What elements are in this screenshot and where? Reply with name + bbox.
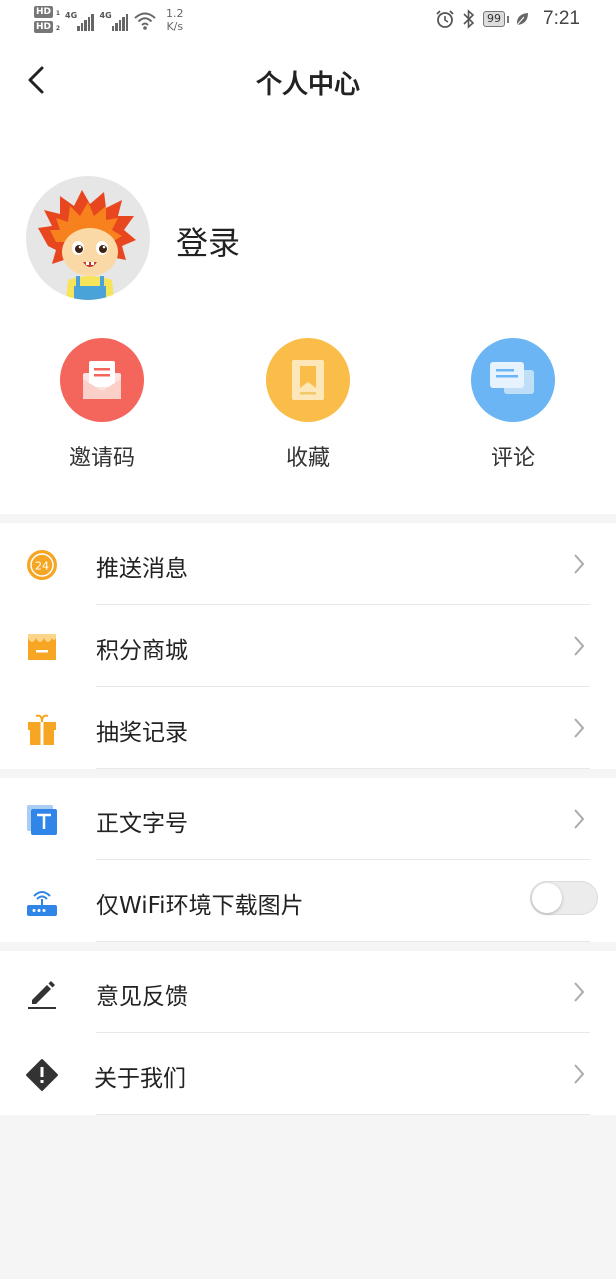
page-title: 个人中心 bbox=[255, 70, 360, 100]
warning-diamond-icon bbox=[24, 1057, 60, 1093]
favorites-button[interactable]: 收藏 bbox=[238, 338, 378, 472]
wifi-icon bbox=[134, 12, 156, 30]
invite-code-button[interactable]: 邀请码 bbox=[32, 338, 172, 472]
bluetooth-icon bbox=[463, 9, 475, 29]
chevron-right-icon bbox=[574, 1064, 585, 1084]
menu-group-2: 正文字号 仅WiFi环境下载图片 bbox=[0, 778, 616, 942]
chevron-right-icon bbox=[574, 718, 585, 738]
store-icon bbox=[24, 629, 60, 665]
comments-label: 评论 bbox=[490, 446, 535, 471]
chevron-right-icon bbox=[574, 809, 585, 829]
menu-item-label: 正文字号 bbox=[96, 811, 188, 837]
font-size-icon bbox=[24, 802, 60, 838]
status-bar: HD 1 HD 2 4G 4G 1.2 K/s 99 7:21 bbox=[0, 0, 616, 44]
battery-indicator: 99 bbox=[483, 11, 510, 27]
leaf-icon bbox=[516, 13, 529, 26]
divider bbox=[96, 768, 590, 769]
login-link[interactable]: 登录 bbox=[176, 218, 240, 264]
avatar[interactable] bbox=[26, 176, 150, 300]
wifi-only-toggle[interactable] bbox=[530, 881, 598, 915]
menu-item-label: 推送消息 bbox=[96, 556, 188, 582]
chevron-right-icon bbox=[574, 554, 585, 574]
signal-2-icon: 4G bbox=[100, 9, 129, 31]
sim1-hd-badge: HD 1 bbox=[34, 6, 61, 18]
menu-item-feedback[interactable]: 意见反馈 bbox=[0, 951, 616, 1033]
favorites-label: 收藏 bbox=[285, 446, 330, 471]
gift-icon bbox=[24, 711, 60, 747]
chevron-right-icon bbox=[574, 982, 585, 1002]
menu-item-label: 关于我们 bbox=[94, 1066, 186, 1092]
menu-item-push-messages[interactable]: 24 推送消息 bbox=[0, 523, 616, 605]
sim2-hd-badge: HD 2 bbox=[34, 21, 61, 33]
menu-item-font-size[interactable]: 正文字号 bbox=[0, 778, 616, 860]
divider bbox=[96, 1114, 590, 1115]
favorites-circle bbox=[266, 338, 350, 422]
divider bbox=[96, 941, 590, 942]
envelope-icon bbox=[83, 361, 121, 399]
menu-item-label: 积分商城 bbox=[96, 638, 188, 664]
menu-item-label: 仅WiFi环境下载图片 bbox=[96, 893, 304, 919]
menu-item-lottery-records[interactable]: 抽奖记录 bbox=[0, 687, 616, 769]
sim-indicators: HD 1 HD 2 bbox=[34, 6, 61, 33]
svg-text:24: 24 bbox=[35, 560, 49, 573]
lion-avatar-icon bbox=[38, 190, 136, 300]
menu-group-1: 24 推送消息 积分商城 抽奖记录 bbox=[0, 523, 616, 769]
menu-item-wifi-only-images: 仅WiFi环境下载图片 bbox=[0, 860, 616, 942]
network-speed: 1.2 K/s bbox=[166, 7, 184, 33]
clock: 7:21 bbox=[543, 8, 580, 29]
profile-section: 登录 邀请码 收藏 评论 bbox=[0, 116, 616, 514]
chevron-right-icon bbox=[574, 636, 585, 656]
comments-button[interactable]: 评论 bbox=[443, 338, 583, 472]
menu-group-3: 意见反馈 关于我们 bbox=[0, 951, 616, 1115]
invite-code-circle bbox=[60, 338, 144, 422]
menu-item-about-us[interactable]: 关于我们 bbox=[0, 1033, 616, 1115]
signal-1-icon: 4G bbox=[65, 9, 94, 31]
page-header: 个人中心 bbox=[0, 44, 616, 116]
menu-item-points-mall[interactable]: 积分商城 bbox=[0, 605, 616, 687]
menu-item-label: 意见反馈 bbox=[96, 984, 188, 1010]
bookmark-icon bbox=[292, 360, 324, 400]
comment-icon bbox=[490, 362, 534, 394]
invite-code-label: 邀请码 bbox=[68, 446, 135, 471]
toggle-knob bbox=[532, 883, 562, 913]
alarm-icon bbox=[436, 10, 454, 28]
clock-24-icon: 24 bbox=[24, 547, 60, 583]
pencil-icon bbox=[24, 975, 60, 1011]
comments-circle bbox=[471, 338, 555, 422]
router-icon bbox=[24, 884, 60, 920]
menu-item-label: 抽奖记录 bbox=[96, 720, 188, 746]
